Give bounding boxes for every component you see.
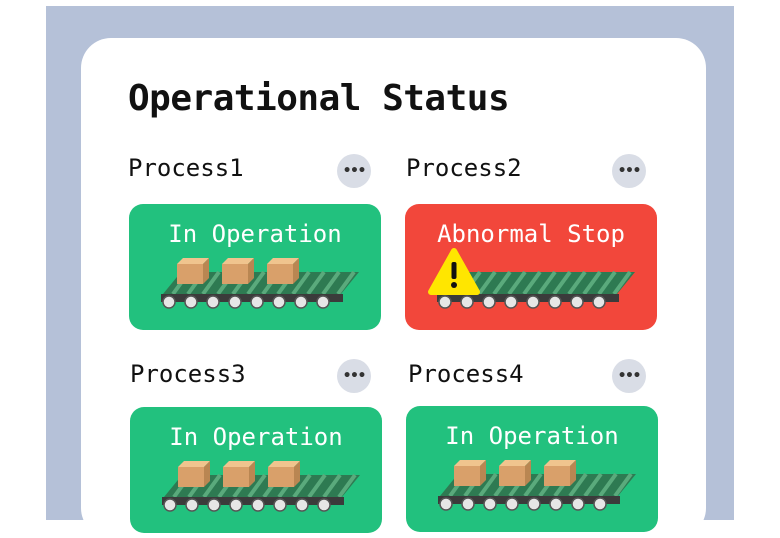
process-status-tile-1[interactable]: In Operation <box>129 204 381 330</box>
process-status-tile-2[interactable]: Abnormal Stop <box>405 204 657 330</box>
process-status-tile-4[interactable]: In Operation <box>406 406 658 532</box>
conveyor-boxes-icon <box>162 461 360 512</box>
page-title: Operational Status <box>128 78 510 119</box>
more-options-button-1[interactable]: ••• <box>337 154 371 188</box>
conveyor-boxes-icon <box>161 258 359 309</box>
conveyor-warning-icon <box>428 248 635 309</box>
more-horizontal-icon: ••• <box>342 163 366 179</box>
process-status-tile-3[interactable]: In Operation <box>130 407 382 533</box>
warning-icon <box>428 248 480 295</box>
more-horizontal-icon: ••• <box>342 368 366 384</box>
more-horizontal-icon: ••• <box>617 368 641 384</box>
more-options-button-4[interactable]: ••• <box>612 359 646 393</box>
process-label-4: Process4 <box>408 360 524 388</box>
more-horizontal-icon: ••• <box>617 163 641 179</box>
more-options-button-2[interactable]: ••• <box>612 154 646 188</box>
conveyor-boxes-icon <box>438 460 636 511</box>
process-label-2: Process2 <box>406 154 522 182</box>
more-options-button-3[interactable]: ••• <box>337 359 371 393</box>
process-label-3: Process3 <box>130 360 246 388</box>
process-label-1: Process1 <box>128 154 244 182</box>
